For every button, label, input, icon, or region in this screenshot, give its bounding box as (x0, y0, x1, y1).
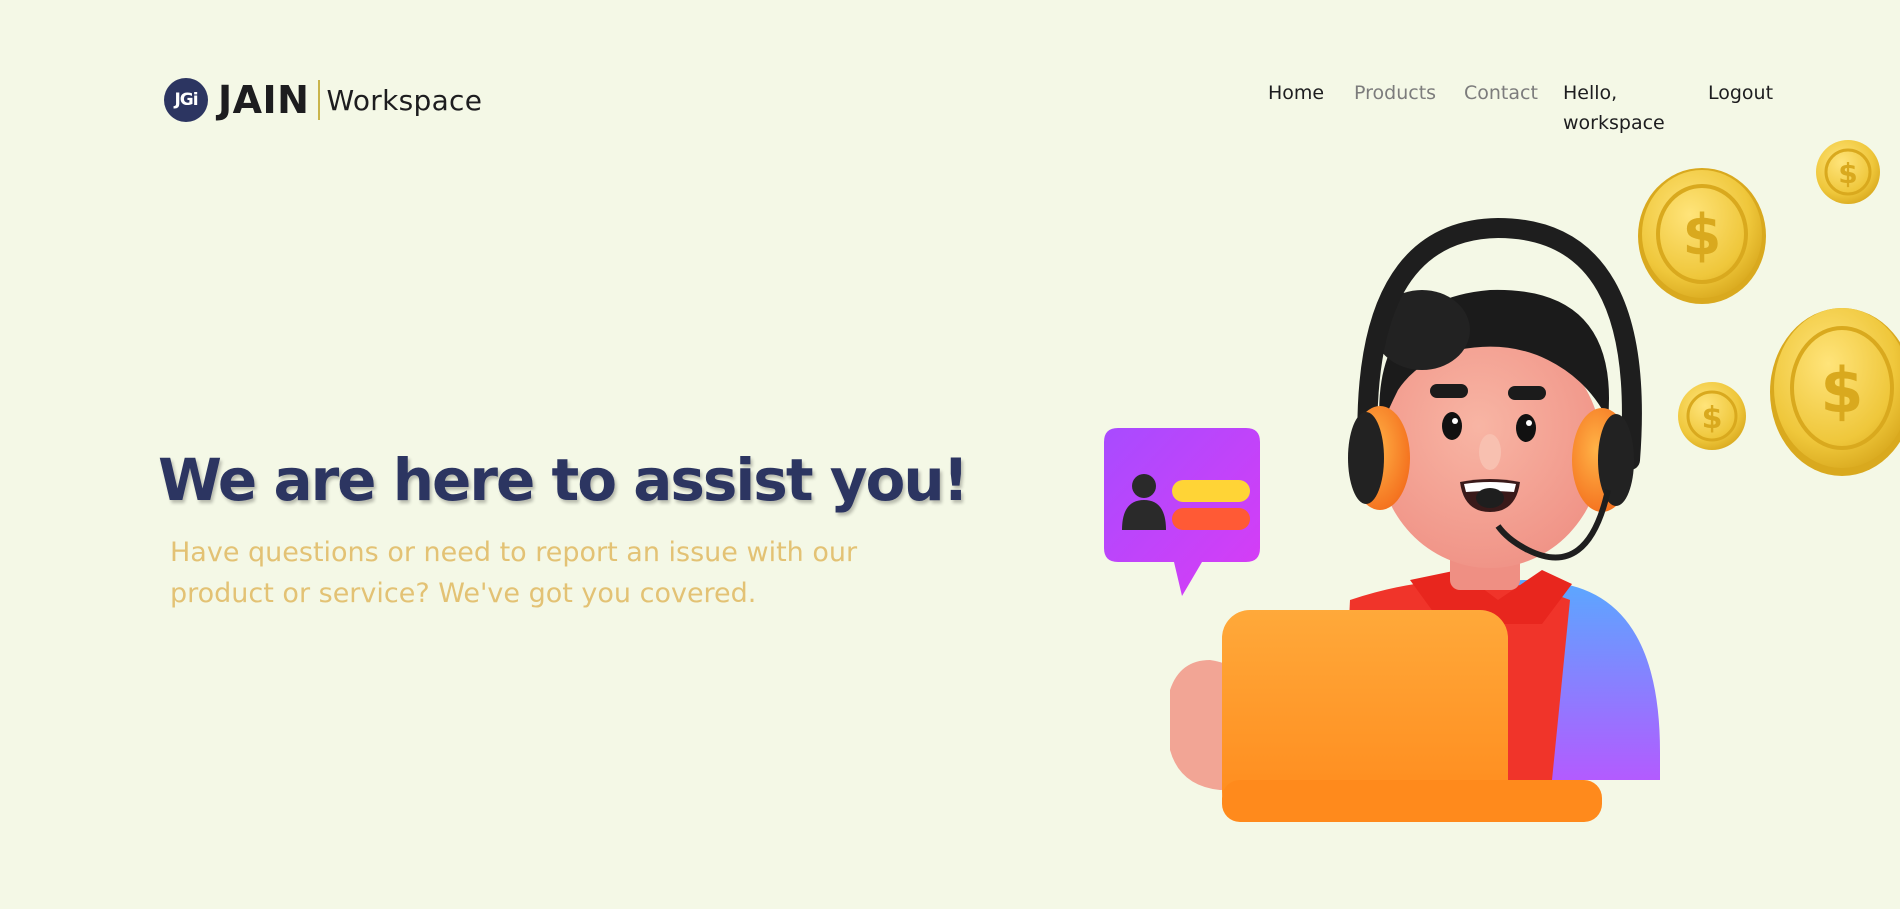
coin-icon: $ (1638, 168, 1766, 304)
logo[interactable]: JGi JAIN Workspace (164, 78, 482, 122)
logo-divider (317, 80, 320, 120)
hero-title: We are here to assist you! (158, 446, 969, 514)
coin-icon: $ (1678, 382, 1746, 450)
page: JGi JAIN Workspace Home Products Contact… (0, 0, 1900, 909)
user-greeting: Hello, workspace (1563, 82, 1665, 134)
hero-subtitle: Have questions or need to report an issu… (170, 537, 858, 609)
svg-text:$: $ (1702, 401, 1723, 436)
coin-icon: $ (1816, 140, 1880, 204)
svg-text:$: $ (1683, 203, 1722, 268)
nav-products-link[interactable]: Products (1354, 78, 1436, 108)
coin-icon: $ (1770, 308, 1900, 476)
nav-contact-link[interactable]: Contact (1464, 78, 1538, 108)
svg-text:$: $ (1838, 157, 1857, 190)
nav-home-link[interactable]: Home (1268, 78, 1324, 108)
chat-bubble-icon (1104, 428, 1260, 596)
svg-text:$: $ (1820, 354, 1863, 427)
support-agent-illustration: $ $ $ $ (1104, 140, 1900, 822)
logo-badge: JGi (164, 78, 208, 122)
logout-link[interactable]: Logout (1708, 78, 1773, 108)
logo-sub: Workspace (326, 83, 483, 117)
logo-brand: JAIN (218, 78, 310, 122)
